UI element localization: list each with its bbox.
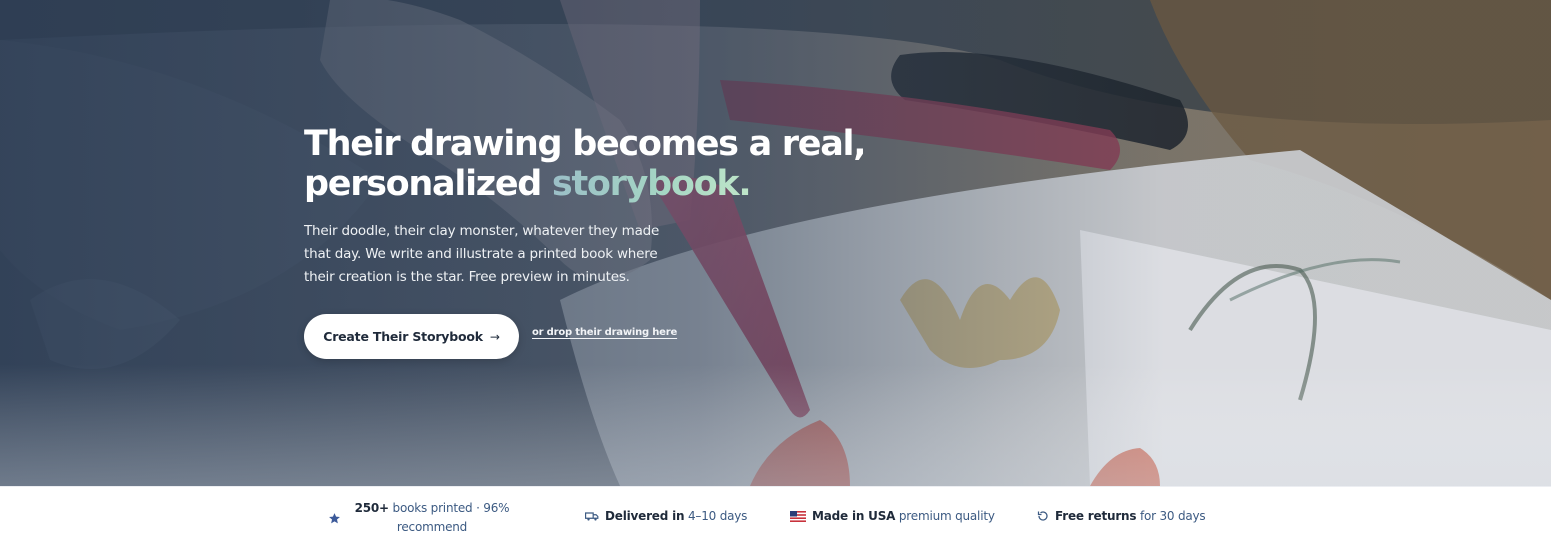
trust-made-rest: premium quality (895, 509, 995, 523)
trust-books-line2: recommend (396, 520, 468, 534)
create-storybook-button[interactable]: Create Their Storybook → (304, 314, 519, 359)
hero-subcopy: Their doodle, their clay monster, whatev… (304, 220, 684, 289)
return-icon (1037, 510, 1049, 522)
trust-item-delivery: Delivered in 4–10 days (585, 509, 747, 523)
trust-made-bold: Made in USA (812, 509, 896, 523)
trust-delivery-text: Delivered in 4–10 days (605, 509, 747, 523)
trust-bar: 250+ books printed · 96% recommend Deliv… (0, 486, 1551, 544)
trust-delivery-rest: 4–10 days (684, 509, 748, 523)
arrow-right-icon: → (489, 329, 500, 344)
drop-drawing-link[interactable]: or drop their drawing here (532, 327, 677, 338)
truck-icon (585, 511, 599, 522)
trust-books-text: 250+ books printed · 96% recommend (347, 499, 517, 537)
create-storybook-label: Create Their Storybook (323, 329, 483, 344)
hero-background-photo (0, 0, 1551, 486)
trust-item-books: 250+ books printed · 96% recommend (328, 499, 517, 537)
trust-made-text: Made in USA premium quality (812, 509, 995, 523)
us-flag-icon (790, 510, 806, 522)
trust-item-returns: Free returns for 30 days (1037, 509, 1206, 523)
subcopy-line-2: that day. We write and illustrate a prin… (304, 246, 658, 262)
hero-headline: Their drawing becomes a real, personaliz… (304, 124, 924, 204)
trust-delivery-bold: Delivered in (605, 509, 685, 523)
subcopy-line-1: Their doodle, their clay monster, whatev… (304, 223, 660, 239)
trust-books-bold: 250+ (354, 501, 390, 515)
trust-returns-rest: for 30 days (1136, 509, 1206, 523)
headline-line-2-plain: personalized (304, 164, 552, 204)
trust-returns-text: Free returns for 30 days (1055, 509, 1206, 523)
trust-returns-bold: Free returns (1055, 509, 1137, 523)
trust-books-line1: books printed · 96% (388, 501, 510, 515)
headline-accent-word: storybook. (551, 164, 752, 204)
hero-section: Their drawing becomes a real, personaliz… (0, 0, 1551, 486)
trust-item-made: Made in USA premium quality (790, 509, 995, 523)
headline-line-1: Their drawing becomes a real, (304, 124, 867, 164)
subcopy-line-3: their creation is the star. Free preview… (304, 269, 630, 285)
star-icon (328, 512, 341, 525)
